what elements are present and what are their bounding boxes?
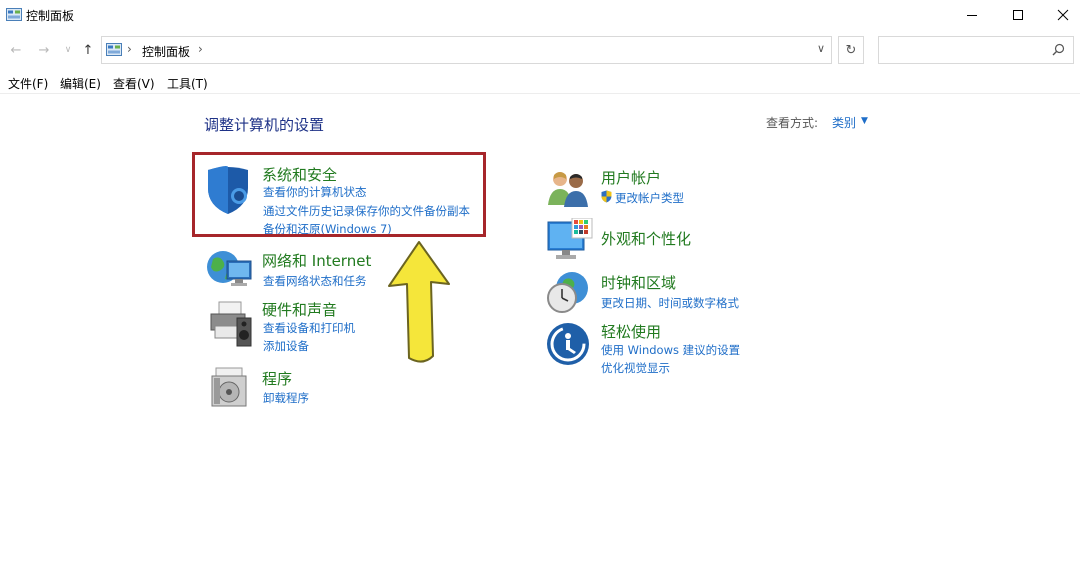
forward-button[interactable]: → (36, 42, 52, 58)
up-arrow-icon: ↑ (82, 42, 94, 58)
control-panel-icon (106, 43, 122, 56)
appearance-monitor-icon[interactable] (546, 218, 594, 264)
dropdown-arrow-icon[interactable]: ▼ (861, 116, 868, 126)
menu-bar: 文件(F) 编辑(E) 查看(V) 工具(T) (0, 72, 1080, 94)
link-windows-recommended-settings[interactable]: 使用 Windows 建议的设置 (601, 342, 740, 358)
view-by-label: 查看方式: (766, 116, 819, 130)
ease-of-access-icon[interactable] (546, 322, 590, 366)
address-bar[interactable]: › 控制面板 › ∨ (101, 36, 832, 64)
highlight-box (192, 152, 486, 237)
control-panel-icon (6, 8, 22, 21)
category-network-internet[interactable]: 网络和 Internet (262, 250, 371, 271)
breadcrumb-control-panel[interactable]: 控制面板 (142, 43, 190, 60)
link-devices-printers[interactable]: 查看设备和打印机 (263, 320, 355, 336)
close-icon (1057, 9, 1069, 21)
link-uninstall-program[interactable]: 卸载程序 (263, 390, 309, 406)
back-button[interactable]: ← (8, 42, 24, 58)
menu-tools[interactable]: 工具(T) (167, 75, 208, 92)
refresh-icon: ↻ (845, 42, 857, 58)
users-icon[interactable] (546, 167, 590, 207)
category-clock-region[interactable]: 时钟和区域 (601, 272, 676, 293)
back-arrow-icon: ← (10, 42, 22, 58)
link-network-status-tasks[interactable]: 查看网络状态和任务 (263, 273, 367, 289)
printer-speaker-icon[interactable] (205, 300, 253, 348)
category-hardware-sound[interactable]: 硬件和声音 (262, 299, 337, 320)
search-box[interactable] (878, 36, 1074, 64)
menu-edit[interactable]: 编辑(E) (60, 75, 101, 92)
search-icon[interactable] (1052, 43, 1065, 56)
up-button[interactable]: ↑ (80, 42, 96, 58)
recent-locations-button[interactable]: ∨ (60, 42, 76, 58)
link-change-date-time-format[interactable]: 更改日期、时间或数字格式 (601, 295, 739, 311)
forward-arrow-icon: → (38, 42, 50, 58)
title-bar: 控制面板 (0, 0, 1080, 30)
breadcrumb-separator[interactable]: › (127, 42, 132, 56)
chevron-down-icon: ∨ (64, 45, 72, 55)
programs-icon[interactable] (210, 366, 248, 410)
link-add-device[interactable]: 添加设备 (263, 338, 309, 354)
up-arrow-annotation-icon (388, 241, 450, 363)
refresh-button[interactable]: ↻ (838, 36, 864, 64)
menu-divider (0, 93, 1080, 94)
menu-file[interactable]: 文件(F) (8, 75, 48, 92)
category-appearance-personalization[interactable]: 外观和个性化 (601, 228, 691, 249)
link-change-account-type[interactable]: 更改帐户类型 (615, 190, 684, 206)
minimize-button[interactable] (949, 0, 995, 30)
address-dropdown-icon[interactable]: ∨ (817, 42, 825, 55)
clock-globe-icon[interactable] (546, 270, 590, 314)
uac-shield-icon (601, 190, 612, 203)
view-by-select[interactable]: 类别 (832, 114, 856, 131)
close-button[interactable] (1040, 0, 1080, 30)
category-programs[interactable]: 程序 (262, 368, 292, 389)
category-ease-of-access[interactable]: 轻松使用 (601, 321, 661, 342)
menu-view[interactable]: 查看(V) (113, 75, 155, 92)
page-heading: 调整计算机的设置 (204, 116, 325, 134)
maximize-button[interactable] (995, 0, 1041, 30)
minimize-icon (967, 15, 977, 16)
link-optimize-visual-display[interactable]: 优化视觉显示 (601, 360, 670, 376)
search-input[interactable] (883, 38, 1047, 64)
category-user-accounts[interactable]: 用户帐户 (601, 167, 661, 188)
maximize-icon (1013, 10, 1023, 20)
network-globe-icon[interactable] (205, 247, 253, 293)
window-title: 控制面板 (26, 9, 75, 23)
breadcrumb-separator[interactable]: › (198, 42, 203, 56)
